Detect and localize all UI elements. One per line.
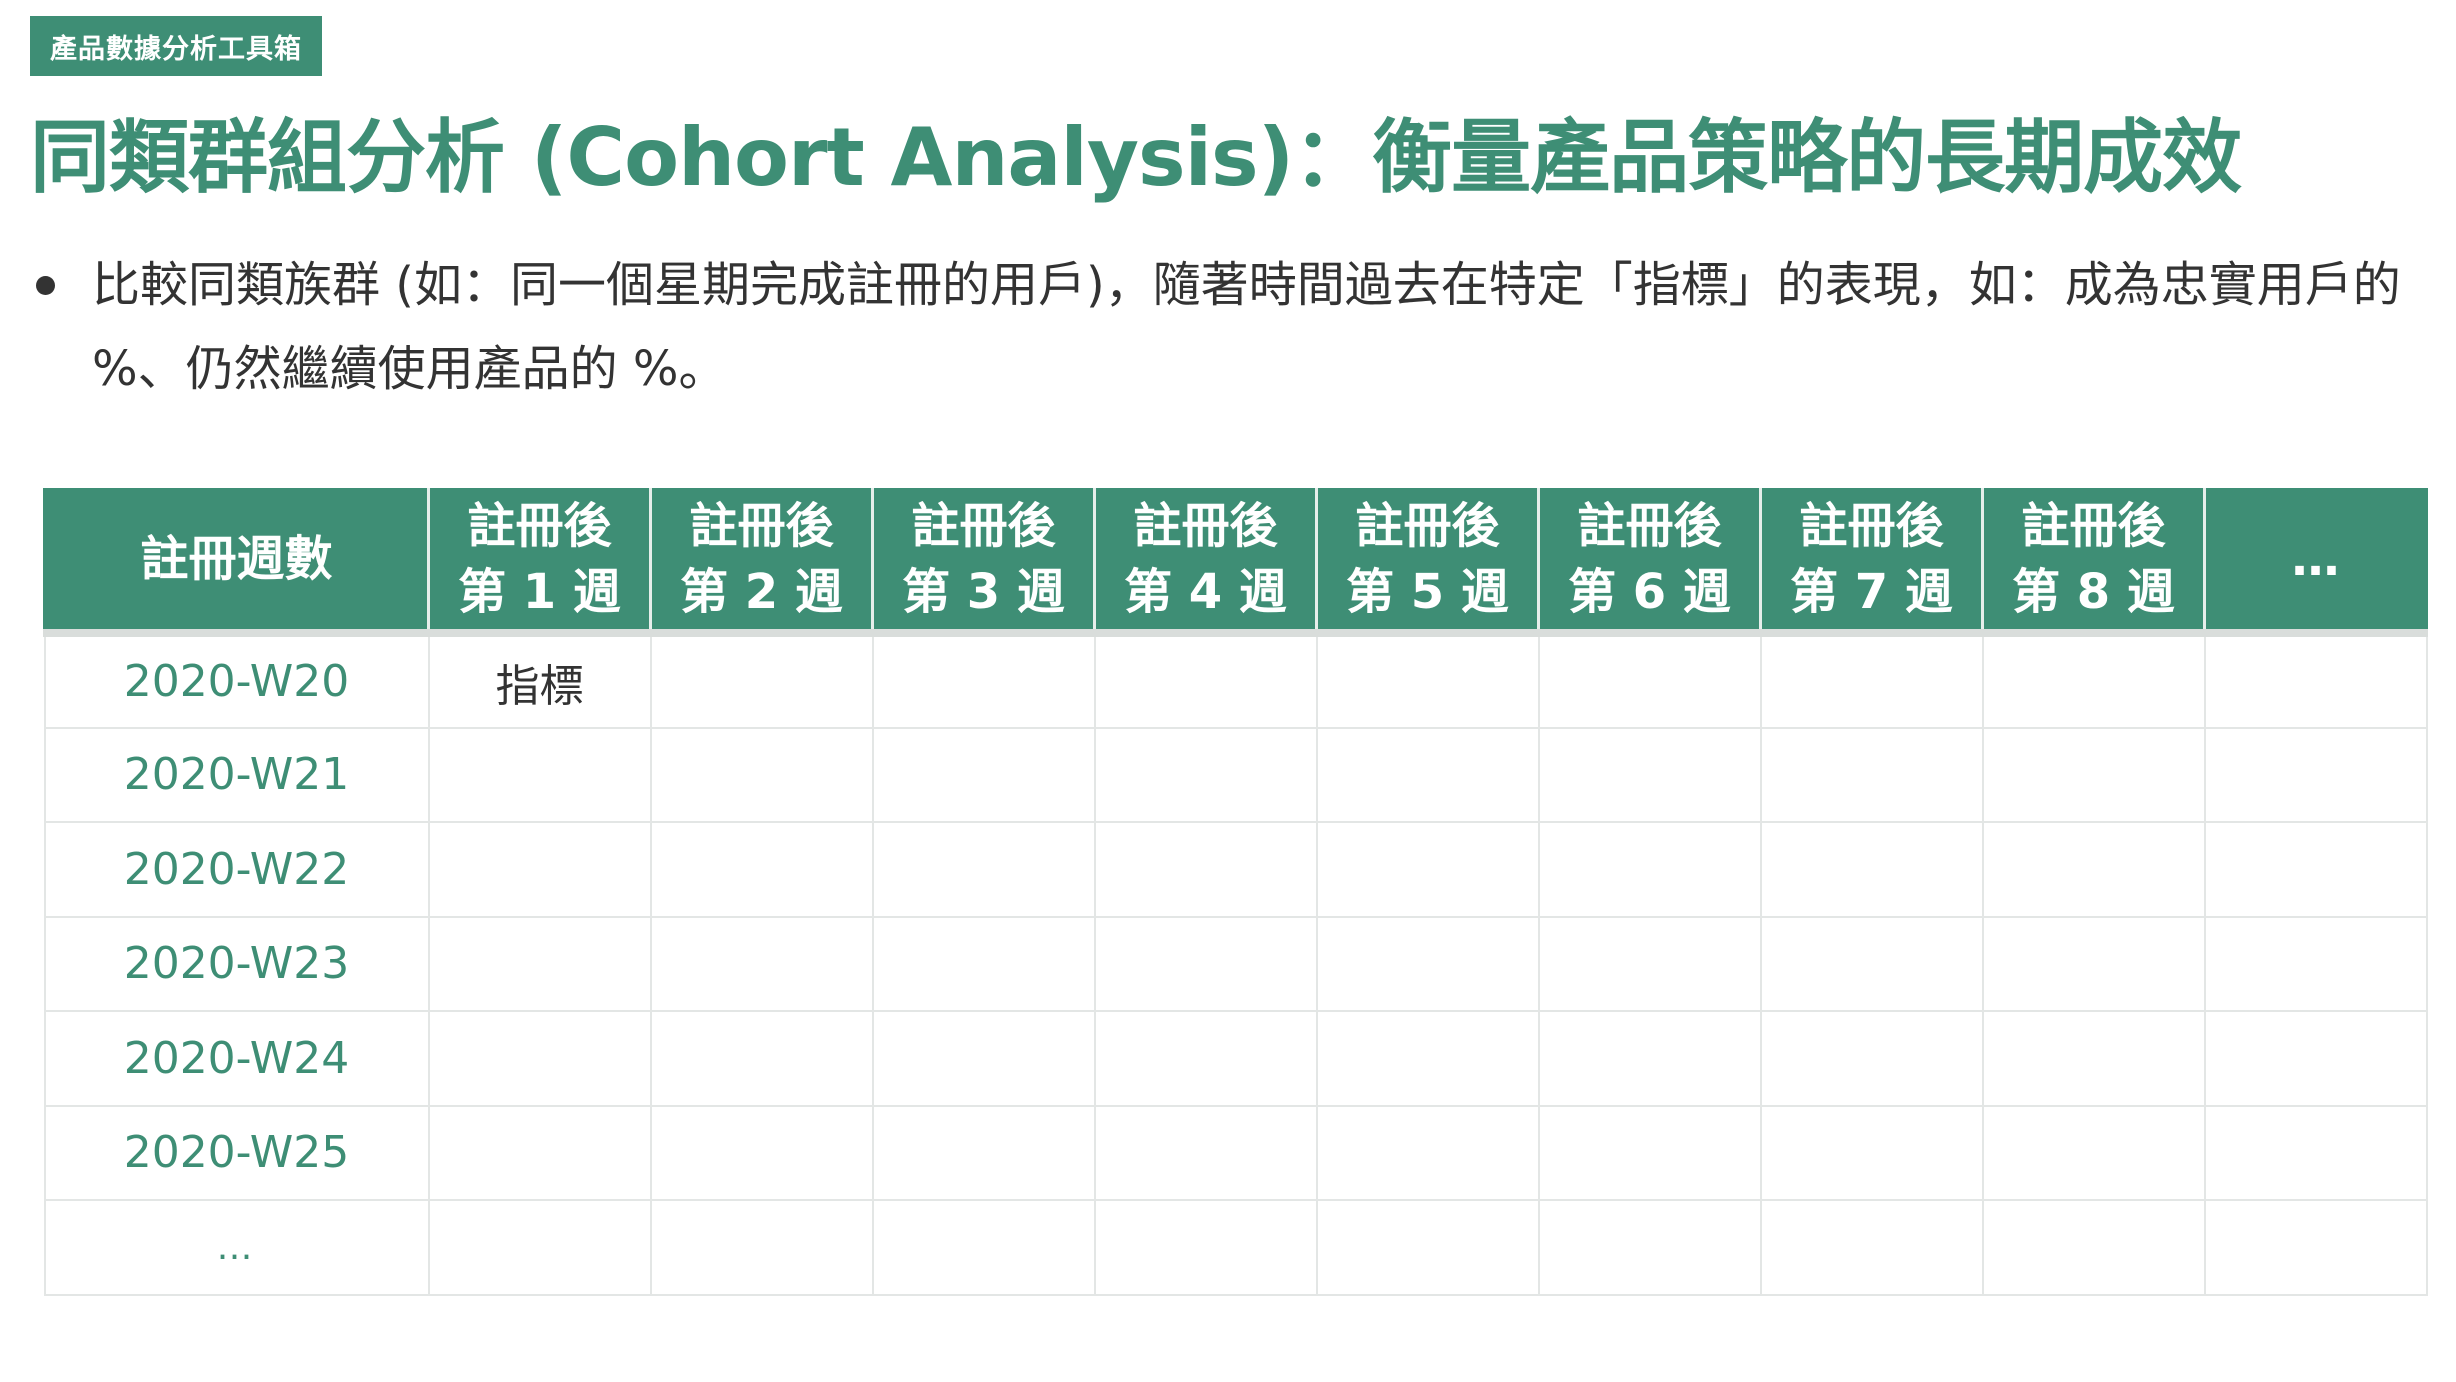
empty-cell [1759,915,1984,1012]
slide: 產品數據分析工具箱 同類群組分析 (Cohort Analysis)：衡量產品策… [0,0,2456,1382]
empty-cell [649,632,874,729]
table-row: 2020-W25 [43,1104,2428,1201]
empty-cell [1093,1010,1318,1107]
table-row: 2020-W23 [43,915,2428,1012]
empty-cell [871,1104,1096,1201]
empty-cell [871,726,1096,823]
empty-cell [427,821,652,918]
empty-cell [427,726,652,823]
cohort-table: 註冊週數 註冊後第 1 週 註冊後第 2 週 註冊後第 3 週 註冊後第 4 週… [43,488,2428,1296]
empty-cell [2203,915,2428,1012]
empty-cell [1315,632,1540,729]
table-row: 2020-W22 [43,821,2428,918]
empty-cell [2203,1010,2428,1107]
empty-cell [1093,726,1318,823]
table-row: 2020-W24 [43,1010,2428,1107]
header-more: … [2203,488,2428,637]
empty-cell [1981,1104,2206,1201]
empty-cell [871,821,1096,918]
empty-cell [1315,1104,1540,1201]
empty-cell [1981,726,2206,823]
page-title: 同類群組分析 (Cohort Analysis)：衡量產品策略的長期成效 [30,111,2242,204]
bullet-text: 比較同類族群 (如：同一個星期完成註冊的用戶)，隨著時間過去在特定「指標」的表現… [92,257,2401,397]
empty-cell [1981,821,2206,918]
empty-cell [427,915,652,1012]
empty-cell [1759,1104,1984,1201]
empty-cell [1981,1199,2206,1296]
signup-week-cell: 2020-W20 [43,632,430,729]
empty-cell [1759,632,1984,729]
empty-cell [871,632,1096,729]
signup-week-cell: 2020-W23 [43,915,430,1012]
bullet-icon [36,276,55,295]
empty-cell [2203,1104,2428,1201]
header-week-3: 註冊後第 3 週 [871,488,1096,637]
empty-cell [1537,1199,1762,1296]
empty-cell [2203,726,2428,823]
empty-cell [427,1104,652,1201]
metric-cell: 指標 [427,632,652,729]
empty-cell [871,1010,1096,1107]
signup-week-ellipsis-cell: … [43,1199,430,1296]
header-week-6: 註冊後第 6 週 [1537,488,1762,637]
empty-cell [1981,915,2206,1012]
header-row: 註冊週數 註冊後第 1 週 註冊後第 2 週 註冊後第 3 週 註冊後第 4 週… [43,488,2428,637]
signup-week-cell: 2020-W25 [43,1104,430,1201]
table-row: 2020-W21 [43,726,2428,823]
empty-cell [1093,821,1318,918]
empty-cell [2203,632,2428,729]
empty-cell [1093,915,1318,1012]
empty-cell [1537,1104,1762,1201]
empty-cell [1537,726,1762,823]
table-row: 2020-W20 指標 [43,632,2428,729]
empty-cell [649,1104,874,1201]
category-tag: 產品數據分析工具箱 [30,16,322,76]
header-week-7: 註冊後第 7 週 [1759,488,1984,637]
empty-cell [1315,726,1540,823]
empty-cell [2203,821,2428,918]
header-week-8: 註冊後第 8 週 [1981,488,2206,637]
header-week-4: 註冊後第 4 週 [1093,488,1318,637]
empty-cell [2203,1199,2428,1296]
empty-cell [649,821,874,918]
signup-week-cell: 2020-W22 [43,821,430,918]
header-week-5: 註冊後第 5 週 [1315,488,1540,637]
empty-cell [1759,1199,1984,1296]
header-week-1: 註冊後第 1 週 [427,488,652,637]
empty-cell [1093,1199,1318,1296]
empty-cell [649,915,874,1012]
empty-cell [1315,1010,1540,1107]
empty-cell [427,1199,652,1296]
empty-cell [1759,821,1984,918]
empty-cell [1759,1010,1984,1107]
empty-cell [1981,632,2206,729]
empty-cell [1759,726,1984,823]
empty-cell [1537,821,1762,918]
empty-cell [649,726,874,823]
header-signup-week: 註冊週數 [43,488,430,637]
empty-cell [427,1010,652,1107]
empty-cell [1981,1010,2206,1107]
empty-cell [1537,915,1762,1012]
table-row: … [43,1199,2428,1296]
empty-cell [871,1199,1096,1296]
header-week-2: 註冊後第 2 週 [649,488,874,637]
empty-cell [1537,1010,1762,1107]
signup-week-cell: 2020-W21 [43,726,430,823]
empty-cell [1315,1199,1540,1296]
signup-week-cell: 2020-W24 [43,1010,430,1107]
empty-cell [1315,915,1540,1012]
empty-cell [649,1199,874,1296]
empty-cell [1315,821,1540,918]
empty-cell [649,1010,874,1107]
empty-cell [1093,632,1318,729]
empty-cell [1093,1104,1318,1201]
empty-cell [871,915,1096,1012]
empty-cell [1537,632,1762,729]
